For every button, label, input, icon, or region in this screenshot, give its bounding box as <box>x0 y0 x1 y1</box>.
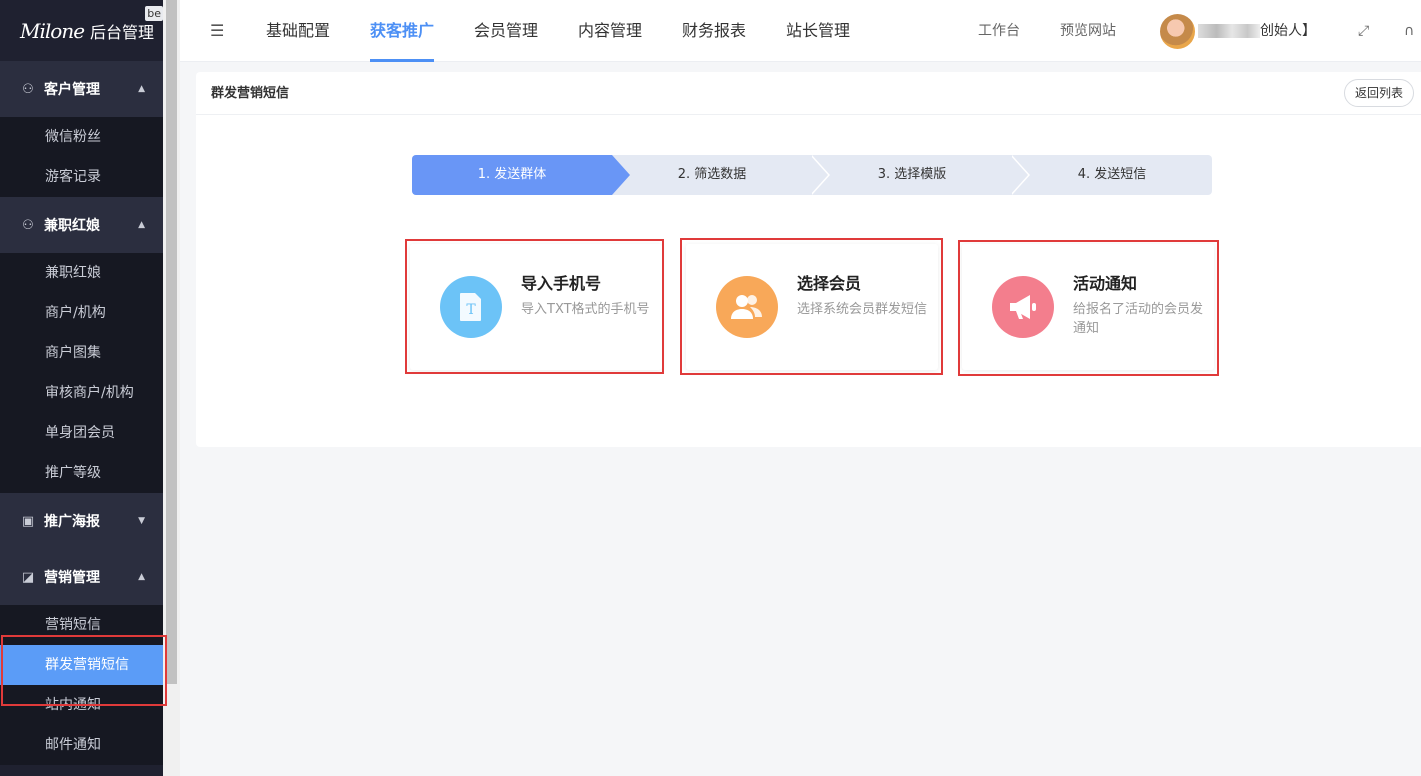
logo-script: Milone <box>20 18 85 43</box>
sidebar-group-matchmakers[interactable]: ⚇ 兼职红娘 ▲ <box>0 197 163 253</box>
chevron-up-icon: ▲ <box>138 220 145 230</box>
members-icon <box>716 276 778 338</box>
logo-title: 后台管理 <box>90 22 155 42</box>
sidebar-group-posters[interactable]: ▣ 推广海报 ▼ <box>0 493 163 549</box>
page-title: 群发营销短信 <box>211 86 290 101</box>
users-icon: ⚇ <box>22 81 34 97</box>
option-title: 导入手机号 <box>521 274 602 293</box>
sidebar-item-email-notice[interactable]: 邮件通知 <box>0 725 163 765</box>
option-desc: 给报名了活动的会员发通知 <box>1073 302 1204 336</box>
logo-badge: be <box>145 6 163 21</box>
step-2: 2. 筛选数据 <box>677 167 747 182</box>
user-name-blurred <box>1198 24 1260 38</box>
workbench-link[interactable]: 工作台 <box>978 0 1020 62</box>
headset-icon[interactable]: ∩ <box>1404 0 1414 62</box>
tab-customer-acquisition[interactable]: 获客推广 <box>370 0 435 62</box>
tab-admin-management[interactable]: 站长管理 <box>786 0 850 62</box>
sidebar-item-matchmakers[interactable]: 兼职红娘 <box>0 253 163 293</box>
tab-member-management[interactable]: 会员管理 <box>474 0 538 62</box>
sidebar-item-visitor-records[interactable]: 游客记录 <box>0 157 163 197</box>
sidebar-item-merchant-gallery[interactable]: 商户图集 <box>0 333 163 373</box>
clipboard-icon: ▣ <box>21 513 35 529</box>
sidebar: Milone 后台管理 be ⚇ 客户管理 ▲ 微信粉丝 游客记录 ⚇ 兼职红娘… <box>0 0 163 776</box>
sidebar-group-label: 营销管理 <box>44 570 100 586</box>
user-name[interactable]: 创始人】 <box>1260 0 1316 62</box>
option-import-phone[interactable]: T 导入手机号 导入TXT格式的手机号 <box>410 244 662 370</box>
sidebar-item-promo-levels[interactable]: 推广等级 <box>0 453 163 493</box>
option-event-notice[interactable]: 活动通知 给报名了活动的会员发通知 <box>962 244 1214 370</box>
text-file-icon: T <box>440 276 502 338</box>
card-header: 群发营销短信 返回列表 <box>196 72 1421 115</box>
step-1: 1. 发送群体 <box>412 155 612 195</box>
svg-text:T: T <box>466 302 476 318</box>
sidebar-item-bulk-sms[interactable]: 群发营销短信 <box>0 645 163 685</box>
sidebar-item-merchants[interactable]: 商户/机构 <box>0 293 163 333</box>
sidebar-scrollbar[interactable] <box>163 0 180 776</box>
scrollbar-thumb[interactable] <box>166 0 177 684</box>
chevron-up-icon: ▲ <box>138 572 145 582</box>
back-to-list-button[interactable]: 返回列表 <box>1344 79 1414 107</box>
tab-content-management[interactable]: 内容管理 <box>578 0 642 62</box>
megaphone-icon <box>992 276 1054 338</box>
step-3: 3. 选择模版 <box>877 167 947 182</box>
sidebar-group-label: 推广海报 <box>44 514 100 530</box>
sidebar-item-review-merchants[interactable]: 审核商户/机构 <box>0 373 163 413</box>
step-indicator: 1. 发送群体 2. 筛选数据 3. 选择模版 4. 发送短信 <box>412 155 1212 195</box>
option-desc: 选择系统会员群发短信 <box>797 302 928 317</box>
sidebar-group-label: 客户管理 <box>44 82 100 98</box>
sidebar-group-label: 兼职红娘 <box>44 218 100 234</box>
option-title: 选择会员 <box>797 274 862 293</box>
sidebar-group-customers[interactable]: ⚇ 客户管理 ▲ <box>0 61 163 117</box>
sidebar-item-marketing-sms[interactable]: 营销短信 <box>0 605 163 645</box>
chevron-up-icon: ▲ <box>138 84 145 94</box>
menu-toggle-icon[interactable]: ☰ <box>210 21 224 40</box>
chevron-down-icon: ▼ <box>138 516 145 526</box>
option-desc: 导入TXT格式的手机号 <box>521 302 650 317</box>
step-4: 4. 发送短信 <box>1077 167 1147 182</box>
main-card: 群发营销短信 返回列表 1. 发送群体 2. 筛选数据 3. 选择模版 4. 发… <box>196 72 1421 447</box>
sidebar-item-singles-members[interactable]: 单身团会员 <box>0 413 163 453</box>
logo[interactable]: Milone 后台管理 be <box>0 0 163 61</box>
chart-icon: ◪ <box>21 569 35 585</box>
users-icon: ⚇ <box>22 217 34 233</box>
fullscreen-icon[interactable]: ⤢ <box>1358 0 1369 62</box>
top-navbar: ☰ 基础配置 获客推广 会员管理 内容管理 财务报表 站长管理 工作台 预览网站… <box>180 0 1421 62</box>
option-select-members[interactable]: 选择会员 选择系统会员群发短信 <box>686 244 938 370</box>
tab-finance-reports[interactable]: 财务报表 <box>682 0 746 62</box>
preview-site-link[interactable]: 预览网站 <box>1060 0 1116 62</box>
sidebar-group-marketing[interactable]: ◪ 营销管理 ▲ <box>0 549 163 605</box>
sidebar-item-site-notice[interactable]: 站内通知 <box>0 685 163 725</box>
option-title: 活动通知 <box>1073 274 1138 293</box>
avatar[interactable] <box>1160 14 1195 49</box>
tab-basic-config[interactable]: 基础配置 <box>266 0 330 62</box>
sidebar-item-wechat-fans[interactable]: 微信粉丝 <box>0 117 163 157</box>
